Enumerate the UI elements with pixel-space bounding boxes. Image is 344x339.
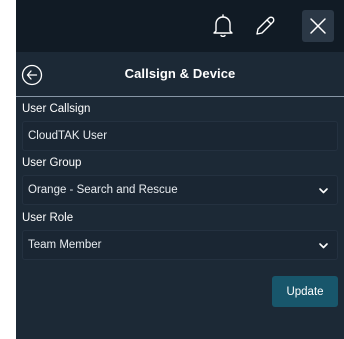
user-role-select[interactable]: Team Member [22, 230, 338, 260]
chevron-down-icon [319, 243, 328, 249]
user-group-value: Orange - Search and Rescue [28, 184, 178, 196]
close-icon[interactable] [302, 10, 334, 42]
chevron-down-icon [319, 188, 328, 194]
user-role-label: User Role [22, 212, 74, 224]
page-title: Callsign & Device [124, 66, 236, 81]
user-role-value: Team Member [28, 239, 102, 251]
user-group-label: User Group [22, 157, 82, 169]
callsign-value: CloudTAK User [28, 130, 108, 142]
callsign-input[interactable]: CloudTAK User [22, 121, 338, 151]
top-toolbar [16, 0, 344, 52]
bell-icon[interactable] [207, 10, 239, 42]
settings-panel: Callsign & Device User Callsign CloudTAK… [16, 0, 344, 339]
callsign-label: User Callsign [22, 103, 91, 115]
user-group-select[interactable]: Orange - Search and Rescue [22, 175, 338, 205]
update-button[interactable]: Update [272, 276, 338, 307]
panel-header: Callsign & Device [16, 52, 344, 97]
pencil-icon[interactable] [249, 10, 281, 42]
